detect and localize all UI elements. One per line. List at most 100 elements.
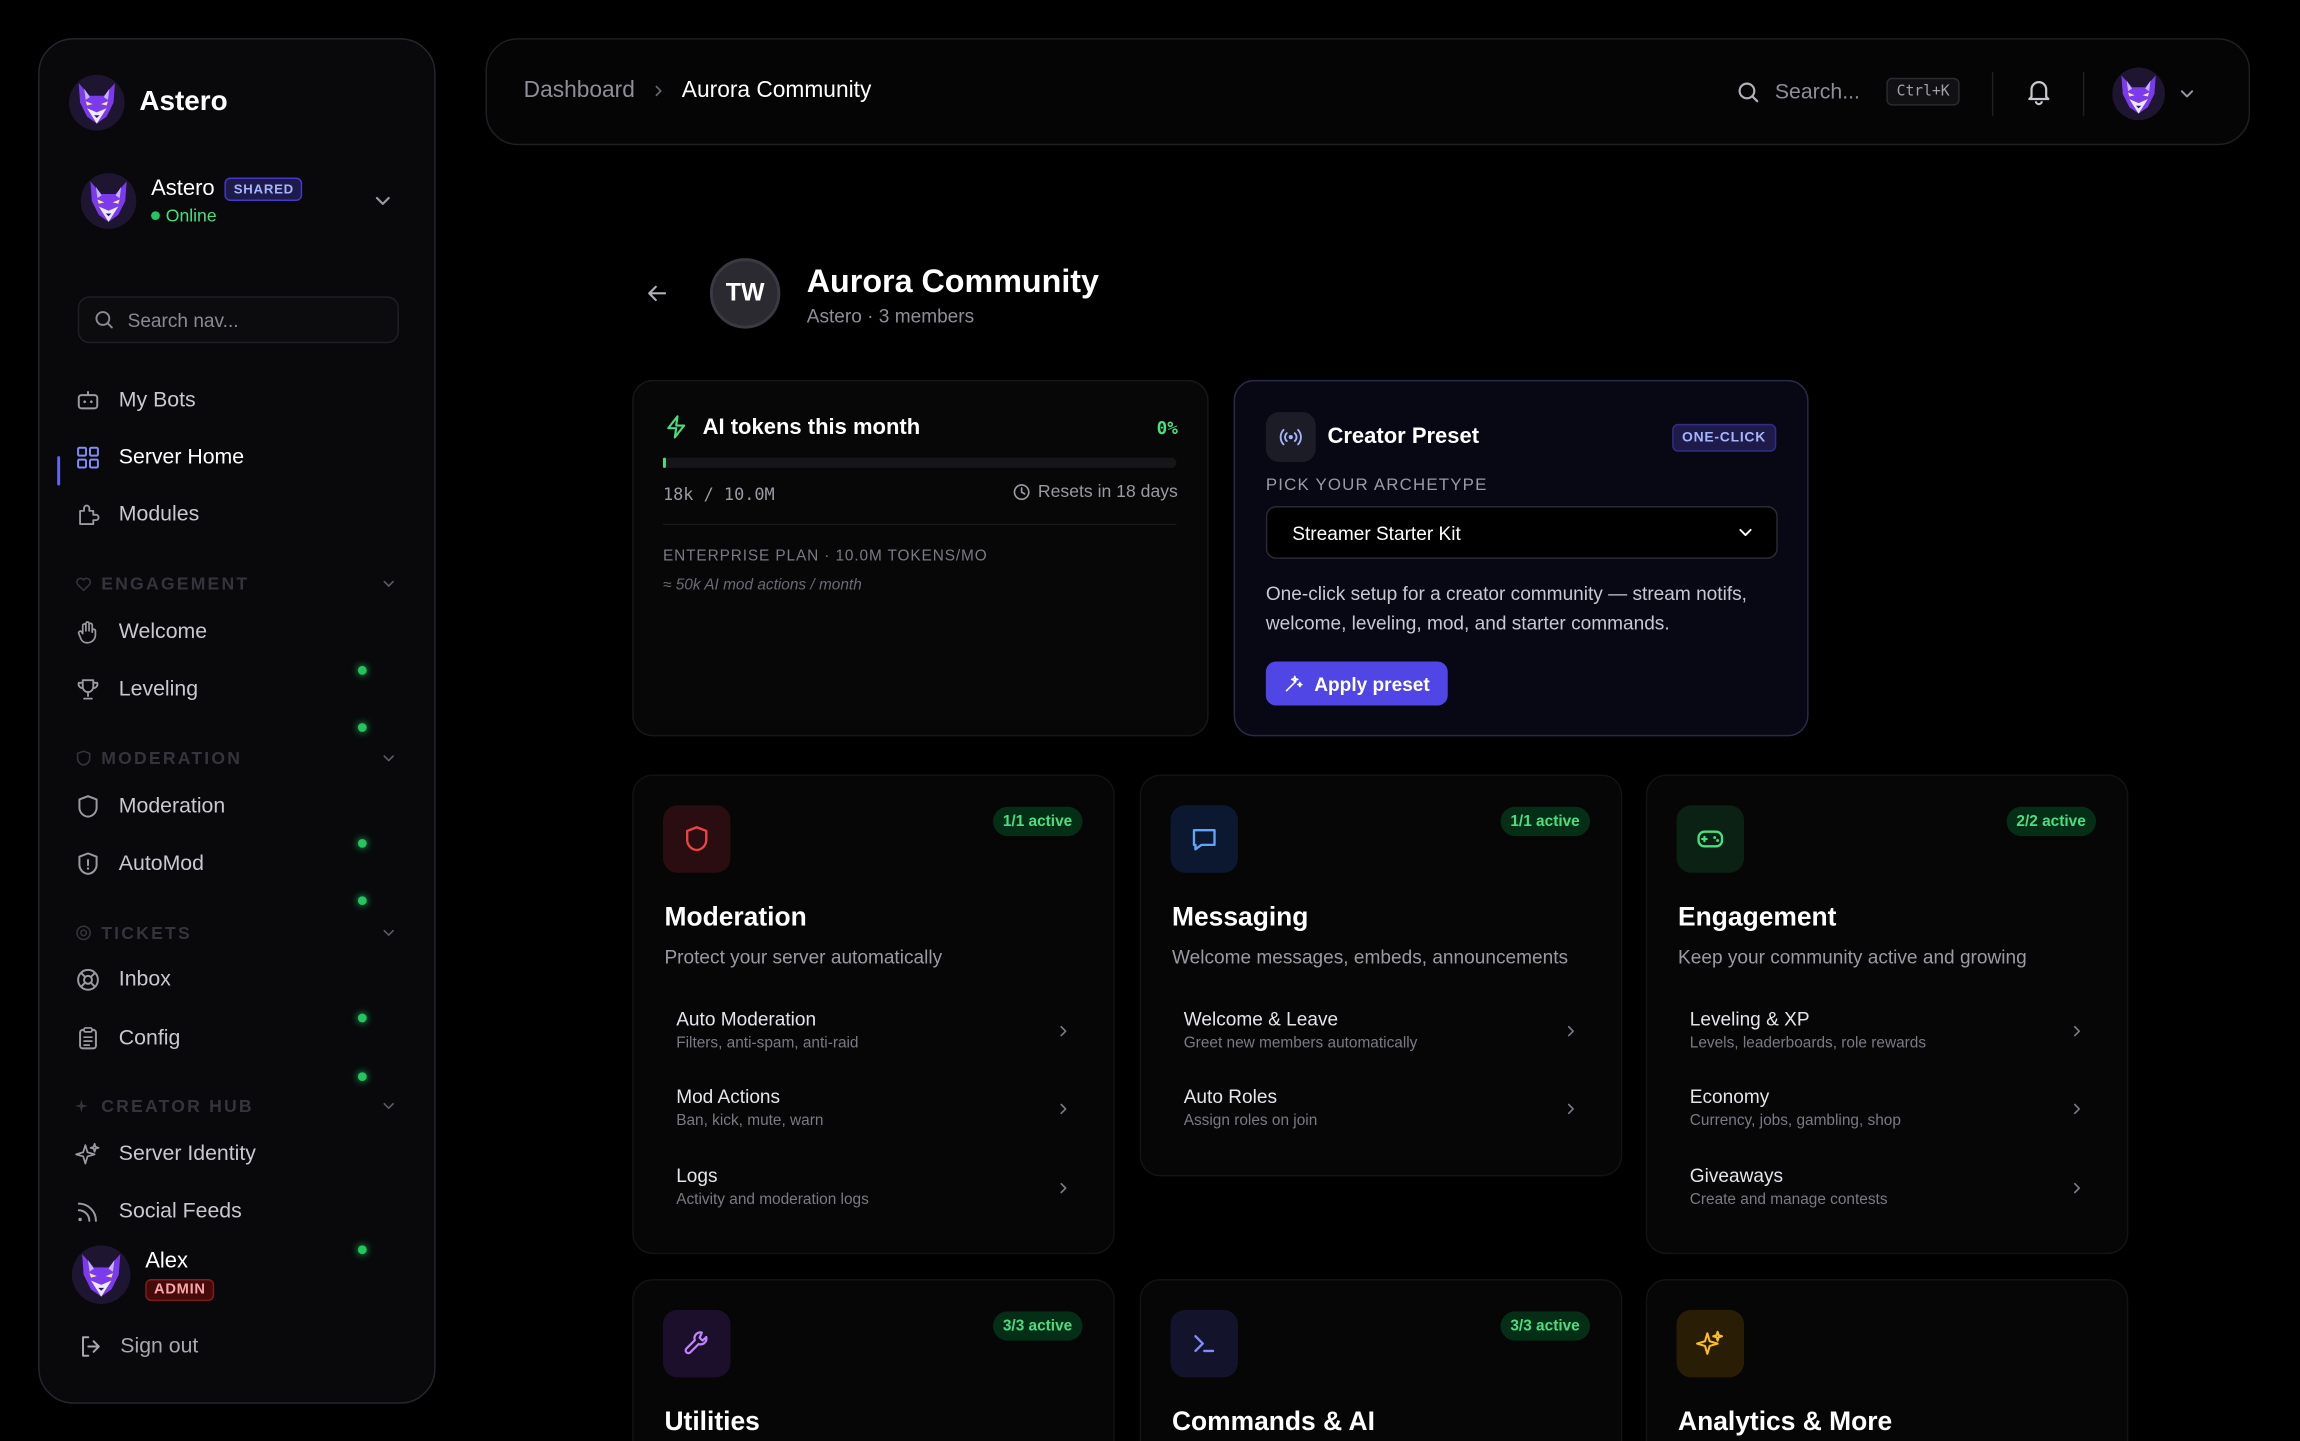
nav-label-server-home: Server Home — [118, 445, 245, 470]
module-row-giveaways[interactable]: Giveaways Create and manage contests — [1690, 1165, 2086, 1224]
bot-avatar — [81, 173, 137, 229]
nav-item-server-home[interactable]: Server Home — [75, 434, 244, 481]
chevron-down-icon — [380, 750, 398, 768]
apply-preset-button[interactable]: Apply preset — [1265, 661, 1448, 706]
active-indicator — [57, 456, 61, 486]
clipboard-icon — [79, 1027, 97, 1050]
status-dot — [357, 1013, 367, 1023]
breadcrumb-current: Aurora Community — [681, 77, 872, 103]
section-title: ENGAGEMENT — [101, 573, 250, 595]
module-row-auto-moderation[interactable]: Auto Moderation Filters, anti-spam, anti… — [676, 1008, 1072, 1067]
module-card-messaging[interactable]: 1/1 active Messaging Welcome messages, e… — [1139, 774, 1623, 1177]
shield-icon — [662, 805, 731, 873]
current-user[interactable]: Alex ADMIN — [72, 1245, 215, 1304]
row-subtitle: Assign roles on join — [1183, 1111, 1318, 1130]
nav-item-welcome[interactable]: Welcome — [75, 609, 207, 656]
clock-icon — [1013, 483, 1030, 500]
module-row-welcome-leave[interactable]: Welcome & Leave Greet new members automa… — [1184, 1008, 1580, 1067]
back-arrow-icon[interactable] — [644, 280, 670, 306]
nav-item-server-identity[interactable]: Server Identity — [75, 1131, 256, 1178]
nav-item-moderation[interactable]: Moderation — [75, 783, 225, 830]
active-count-badge: 1/1 active — [992, 806, 1083, 837]
row-subtitle: Greet new members automatically — [1183, 1034, 1418, 1052]
lifebuoy-icon — [76, 925, 91, 941]
nav-item-social-feeds[interactable]: Social Feeds — [75, 1188, 242, 1235]
module-title: Messaging — [1171, 902, 1309, 932]
nav-item-my-bots[interactable]: My Bots — [75, 377, 196, 424]
nav-label-modules: Modules — [118, 503, 200, 527]
module-row-auto-roles[interactable]: Auto Roles Assign roles on join — [1184, 1085, 1580, 1144]
status-dot — [357, 839, 367, 848]
plan-label: ENTERPRISE PLAN · 10.0M TOKENS/MO — [662, 547, 988, 565]
nav-item-leveling[interactable]: Leveling — [75, 666, 198, 713]
section-creator-hub[interactable]: CREATOR HUB — [74, 1094, 398, 1117]
tokens-reset: Resets in 18 days — [1012, 481, 1178, 502]
archetype-select[interactable]: Streamer Starter Kit — [1265, 506, 1778, 559]
nav-search-placeholder: Search nav... — [127, 308, 239, 331]
sparkles-icon — [1676, 1309, 1745, 1378]
server-avatar: TW — [709, 258, 781, 329]
module-card-commands-ai[interactable]: 3/3 active Commands & AI — [1139, 1279, 1623, 1441]
nav-item-config[interactable]: Config — [75, 1015, 180, 1062]
nav-label-moderation: Moderation — [118, 795, 226, 819]
section-title: MODERATION — [101, 748, 243, 769]
module-row-mod-actions[interactable]: Mod Actions Ban, kick, mute, warn — [676, 1085, 1072, 1144]
module-card-analytics[interactable]: Analytics & More — [1645, 1279, 2129, 1441]
bell-icon[interactable] — [2024, 76, 2053, 106]
section-engagement[interactable]: ENGAGEMENT — [75, 572, 398, 595]
divider — [2082, 71, 2085, 116]
bot-status: Online — [151, 205, 303, 226]
account-menu[interactable] — [2112, 67, 2197, 120]
sign-out-button[interactable]: Sign out — [78, 1333, 198, 1359]
sidebar: Astero Astero SHARED Online Search nav...… — [38, 38, 436, 1404]
nav-item-inbox[interactable]: Inbox — [75, 956, 171, 1003]
page-title: Aurora Community — [806, 262, 1099, 300]
row-subtitle: Filters, anti-spam, anti-raid — [676, 1034, 859, 1052]
status-dot — [357, 896, 367, 906]
search-icon — [1738, 81, 1759, 102]
module-title: Engagement — [1678, 902, 1837, 932]
section-tickets[interactable]: TICKETS — [75, 921, 398, 944]
chevron-down-icon — [380, 575, 398, 593]
module-card-engagement[interactable]: 2/2 active Engagement Keep your communit… — [1645, 774, 2129, 1255]
user-name: Alex — [145, 1248, 189, 1274]
row-title: Auto Moderation — [676, 1007, 817, 1030]
chevron-right-icon — [2068, 1100, 2086, 1118]
module-card-moderation[interactable]: 1/1 active Moderation Protect your serve… — [632, 774, 1115, 1255]
module-card-utilities[interactable]: 3/3 active Utilities — [632, 1279, 1115, 1441]
tokens-percent: 0% — [1156, 418, 1178, 439]
puzzle-icon — [79, 504, 100, 526]
bot-name: Astero — [151, 176, 215, 201]
chevron-down-icon — [380, 1097, 398, 1115]
chevron-down-icon[interactable] — [371, 189, 394, 212]
avatar — [2112, 67, 2165, 120]
active-count-badge: 3/3 active — [1500, 1311, 1591, 1341]
module-title: Analytics & More — [1678, 1406, 1893, 1436]
nav-label-welcome: Welcome — [118, 620, 208, 644]
chevron-down-icon — [380, 924, 398, 942]
nav-item-modules[interactable]: Modules — [75, 491, 199, 538]
active-count-badge: 1/1 active — [1500, 806, 1591, 837]
module-description: Protect your server automatically — [664, 946, 943, 969]
global-search[interactable]: Search... Ctrl+K — [1737, 77, 1960, 106]
ai-tokens-card: AI tokens this month 0% 18k / 10.0M Rese… — [632, 379, 1209, 737]
nav-item-automod[interactable]: AutoMod — [75, 840, 204, 887]
brand-logo — [69, 75, 125, 131]
nav-label-leveling: Leveling — [118, 677, 199, 702]
section-title: CREATOR HUB — [101, 1095, 254, 1117]
tokens-title: AI tokens this month — [663, 414, 920, 440]
module-row-economy[interactable]: Economy Currency, jobs, gambling, shop — [1690, 1085, 2086, 1144]
module-row-logs[interactable]: Logs Activity and moderation logs — [676, 1165, 1072, 1224]
brand[interactable]: Astero — [69, 75, 228, 131]
tokens-progress-bar — [662, 457, 1177, 468]
nav-search-input[interactable]: Search nav... — [77, 296, 399, 344]
row-title: Leveling & XP — [1689, 1007, 1810, 1030]
breadcrumb-dashboard[interactable]: Dashboard — [524, 78, 635, 104]
chevron-right-icon — [2068, 1022, 2086, 1040]
module-description: Keep your community active and growing — [1678, 946, 2027, 969]
bot-switcher[interactable]: Astero SHARED Online — [66, 157, 409, 245]
section-moderation[interactable]: MODERATION — [75, 747, 398, 770]
chevron-right-icon — [1055, 1022, 1073, 1040]
row-subtitle: Ban, kick, mute, warn — [676, 1111, 824, 1130]
module-row-leveling-xp[interactable]: Leveling & XP Levels, leaderboards, role… — [1690, 1008, 2086, 1067]
